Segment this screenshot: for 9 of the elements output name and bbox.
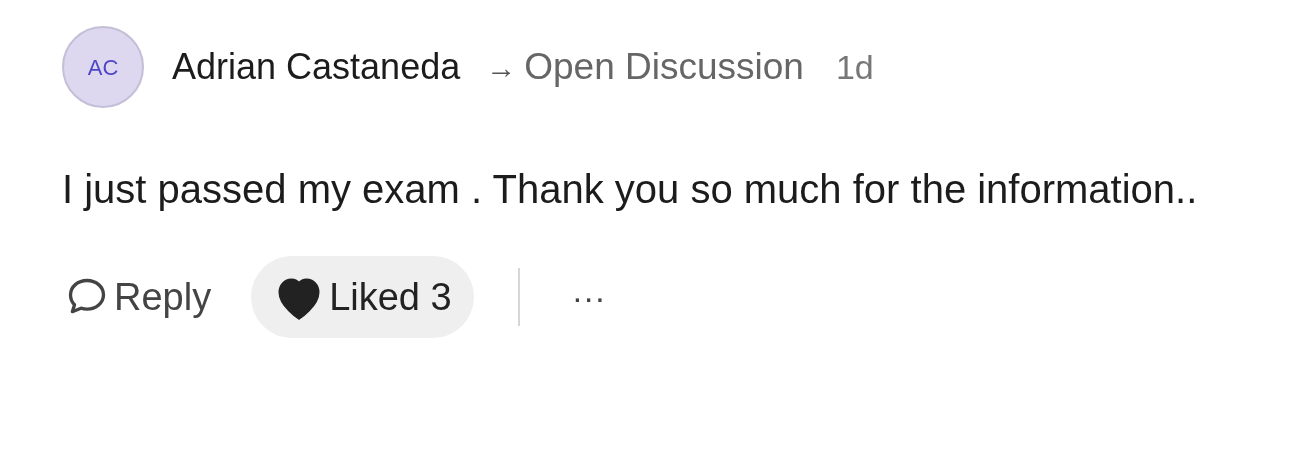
timestamp: 1d bbox=[835, 46, 874, 88]
comment-text: I just passed my exam . Thank you so much for the information.. bbox=[62, 166, 1199, 213]
channel-link[interactable]: Open Discussion bbox=[524, 39, 804, 95]
reply-button[interactable]: Reply bbox=[62, 268, 212, 326]
avatar: AC bbox=[62, 26, 144, 108]
more-button[interactable]: ··· bbox=[571, 271, 606, 323]
like-button[interactable]: Liked 3 bbox=[251, 256, 474, 338]
arrow-icon: → bbox=[486, 44, 517, 90]
author-name[interactable]: Adrian Castaneda bbox=[172, 40, 461, 94]
